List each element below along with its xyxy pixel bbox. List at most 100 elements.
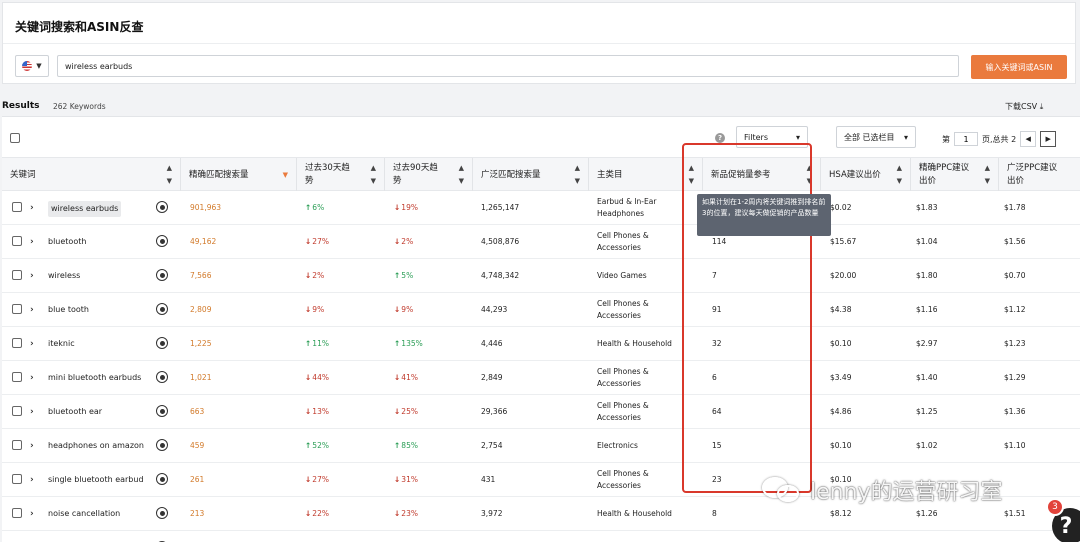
table-row[interactable]: › blue tooth 2,809 ↓ 9% ↓ 9% 44,293 Cell P… (2, 293, 1080, 327)
row-checkbox[interactable] (12, 202, 22, 212)
keyword-cell[interactable]: bluetooth (48, 225, 86, 258)
column-header-exact-ppc[interactable]: 精确PPC建议出价 ▲ ▼ (910, 158, 998, 192)
keyword-cell[interactable]: headphones on amazon (48, 429, 144, 462)
prev-page-button[interactable]: ◀ (1020, 131, 1037, 147)
column-header-category[interactable]: 主类目 ▲ ▼ (588, 158, 702, 192)
exact-ppc-cell: $1.16 (916, 304, 938, 314)
keyword-cell[interactable]: wireless earbuds (48, 201, 122, 217)
expand-chevron-icon[interactable]: › (30, 191, 34, 224)
expand-chevron-icon[interactable]: › (30, 225, 34, 258)
keyword-cell[interactable]: wireless (48, 259, 80, 292)
row-checkbox[interactable] (12, 440, 22, 450)
category-cell: Health & Household (597, 508, 672, 518)
expand-chevron-icon[interactable]: › (30, 497, 34, 530)
trend-90-cell: ↑ 135% (394, 338, 423, 348)
product-view-icon[interactable] (156, 439, 168, 451)
row-checkbox[interactable] (12, 372, 22, 382)
hsa-bid-cell: $0.02 (830, 202, 852, 212)
trend-up-icon: ↑ (394, 270, 401, 280)
columns-dropdown[interactable]: 全部 已选栏目 ▾ (836, 126, 916, 148)
keyword-cell[interactable]: iteknic (48, 327, 75, 360)
row-checkbox[interactable] (12, 236, 22, 246)
row-checkbox[interactable] (12, 270, 22, 280)
column-header-hsa[interactable]: HSA建议出价 ▲ ▼ (820, 158, 910, 192)
column-header-broad-volume[interactable]: 广泛匹配搜索量 ▲ ▼ (472, 158, 588, 192)
trend-30-cell: ↓ 44% (305, 372, 329, 382)
product-view-icon[interactable] (156, 405, 168, 417)
row-checkbox[interactable] (12, 304, 22, 314)
table-row[interactable]: › bluetooth ear 663 ↓ 13% ↓ 25% 29,366 Cel… (2, 395, 1080, 429)
column-header-exact-volume[interactable]: 精确匹配搜索量 ▼ (180, 158, 296, 192)
product-view-icon[interactable] (156, 201, 168, 213)
product-view-icon[interactable] (156, 371, 168, 383)
download-csv-button[interactable]: 下载CSV ⤓ (1005, 101, 1043, 112)
keyword-cell[interactable]: mini bluetooth earbuds (48, 361, 141, 394)
product-view-icon[interactable] (156, 337, 168, 349)
broad-volume-cell: 44,293 (481, 304, 508, 314)
row-checkbox[interactable] (12, 338, 22, 348)
table-row[interactable]: › bluetooth earbuds for Cell Phones & (2, 531, 1080, 542)
expand-chevron-icon[interactable]: › (30, 463, 34, 496)
page-input[interactable] (954, 132, 978, 146)
filters-dropdown[interactable]: Filters ▾ (736, 126, 808, 148)
search-input[interactable] (57, 55, 959, 77)
keyword-cell[interactable]: bluetooth ear (48, 395, 102, 428)
row-checkbox[interactable] (12, 508, 22, 518)
trend-90-cell: ↓ 25% (394, 406, 418, 416)
hsa-bid-cell: $20.00 (830, 270, 857, 280)
expand-chevron-icon[interactable]: › (30, 361, 34, 394)
hsa-bid-cell: $4.86 (830, 406, 852, 416)
row-checkbox[interactable] (12, 474, 22, 484)
product-view-icon[interactable] (156, 303, 168, 315)
column-header-trend-30[interactable]: 过去30天趋势 ▲ ▼ (296, 158, 384, 192)
next-page-button[interactable]: ▶ (1040, 131, 1057, 147)
broad-ppc-cell: $1.23 (1004, 338, 1026, 348)
keyword-cell[interactable]: noise cancellation (48, 497, 120, 530)
category-cell: Cell Phones & Accessories (597, 366, 649, 388)
expand-chevron-icon[interactable]: › (30, 327, 34, 360)
exact-ppc-cell: $1.02 (916, 440, 938, 450)
trend-90-cell: ↑ 5% (394, 270, 414, 280)
exact-ppc-cell: $1.83 (916, 202, 938, 212)
column-header-broad-ppc[interactable]: 广泛PPC建议出价 (998, 158, 1080, 192)
trend-90-cell: ↓ 19% (394, 202, 418, 212)
expand-chevron-icon[interactable]: › (30, 531, 34, 542)
download-icon: ⤓ (1039, 102, 1044, 111)
search-panel: 关键词搜索和ASIN反查 ▼ 输入关键词或ASIN (2, 2, 1076, 84)
expand-chevron-icon[interactable]: › (30, 259, 34, 292)
keyword-cell[interactable]: blue tooth (48, 293, 89, 326)
exact-volume-cell: 213 (190, 508, 205, 518)
exact-volume-cell: 2,809 (190, 304, 212, 314)
expand-chevron-icon[interactable]: › (30, 429, 34, 462)
hsa-bid-cell: $0.10 (830, 440, 852, 450)
product-view-icon[interactable] (156, 235, 168, 247)
product-view-icon[interactable] (156, 269, 168, 281)
keyword-cell[interactable]: single bluetooth earbud (48, 463, 144, 496)
country-select[interactable]: ▼ (15, 55, 49, 77)
exact-volume-cell: 49,162 (190, 236, 217, 246)
product-view-icon[interactable] (156, 507, 168, 519)
broad-ppc-cell: $1.78 (1004, 202, 1026, 212)
search-button[interactable]: 输入关键词或ASIN (971, 55, 1067, 79)
trend-30-cell: ↓ 22% (305, 508, 329, 518)
keyword-cell[interactable]: bluetooth earbuds for (48, 531, 135, 542)
select-all-checkbox[interactable] (10, 133, 20, 143)
table-row[interactable]: › wireless earbuds 901,963 ↑ 6% ↓ 19% 1,26… (2, 191, 1080, 225)
table-row[interactable]: › wireless 7,566 ↓ 2% ↑ 5% 4,748,342 Video… (2, 259, 1080, 293)
expand-chevron-icon[interactable]: › (30, 395, 34, 428)
table-row[interactable]: › mini bluetooth earbuds 1,021 ↓ 44% ↓ 41%… (2, 361, 1080, 395)
sort-icon: ▲ ▼ (166, 164, 172, 185)
help-icon[interactable]: ? (715, 133, 725, 143)
sort-icon: ▲ ▼ (896, 164, 902, 185)
table-row[interactable]: › bluetooth 49,162 ↓ 27% ↓ 2% 4,508,876 Ce… (2, 225, 1080, 259)
column-header-trend-90[interactable]: 过去90天趋势 ▲ ▼ (384, 158, 472, 192)
broad-volume-cell: 2,754 (481, 440, 503, 450)
table-row[interactable]: › headphones on amazon 459 ↑ 52% ↑ 85% 2,7… (2, 429, 1080, 463)
exact-ppc-cell: $1.80 (916, 270, 938, 280)
row-checkbox[interactable] (12, 406, 22, 416)
column-header-keyword[interactable]: 关键词 ▲ ▼ (2, 158, 180, 192)
column-header-promo[interactable]: 新品促销量参考 ▲ ▼ (702, 158, 820, 192)
table-row[interactable]: › iteknic 1,225 ↑ 11% ↑ 135% 4,446 Health … (2, 327, 1080, 361)
expand-chevron-icon[interactable]: › (30, 293, 34, 326)
product-view-icon[interactable] (156, 473, 168, 485)
